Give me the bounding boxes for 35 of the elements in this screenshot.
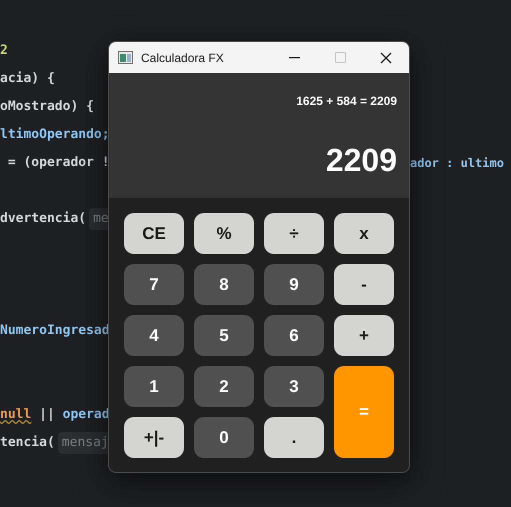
calculator-key[interactable]: ÷ [264,213,324,254]
code-line: = (operador ! [6,154,110,172]
code-line: oMostrado) { [0,98,94,116]
close-icon [380,52,392,64]
code-line: null || operad [0,406,110,424]
calculator-key[interactable]: 9 [264,264,324,305]
window-title: Calculadora FX [141,50,225,66]
code-line: NumeroIngresad [0,322,110,340]
code-line: acia) { [0,70,55,88]
calculator-key[interactable]: 5 [194,315,254,356]
code-line: dvertencia( [0,210,86,228]
result-text: 2209 [326,141,397,180]
code-line: ador : ultimo [410,155,504,172]
calculator-key[interactable]: - [334,264,394,305]
calculator-key[interactable]: % [194,213,254,254]
minimize-icon [288,56,300,58]
expression-text: 1625 + 584 = 2209 [296,93,397,110]
calculator-key[interactable]: x [334,213,394,254]
calculator-key[interactable]: 7 [124,264,184,305]
code-line: tencia( [0,434,55,452]
calculator-key[interactable]: + [334,315,394,356]
calculator-key[interactable]: 2 [194,366,254,407]
app-icon [118,51,133,64]
calculator-key[interactable]: 4 [124,315,184,356]
calculator-key[interactable]: 6 [264,315,324,356]
calculator-key[interactable]: +|- [124,417,184,458]
calculator-key[interactable]: 8 [194,264,254,305]
code-line: ltimoOperando; [0,126,110,144]
code-line: 2 [0,42,8,60]
calculator-key[interactable]: . [264,417,324,458]
calculator-key[interactable]: 3 [264,366,324,407]
calculator-key[interactable]: 1 [124,366,184,407]
calculator-key[interactable]: CE [124,213,184,254]
maximize-icon [334,52,346,63]
calculator-key[interactable]: 0 [194,417,254,458]
